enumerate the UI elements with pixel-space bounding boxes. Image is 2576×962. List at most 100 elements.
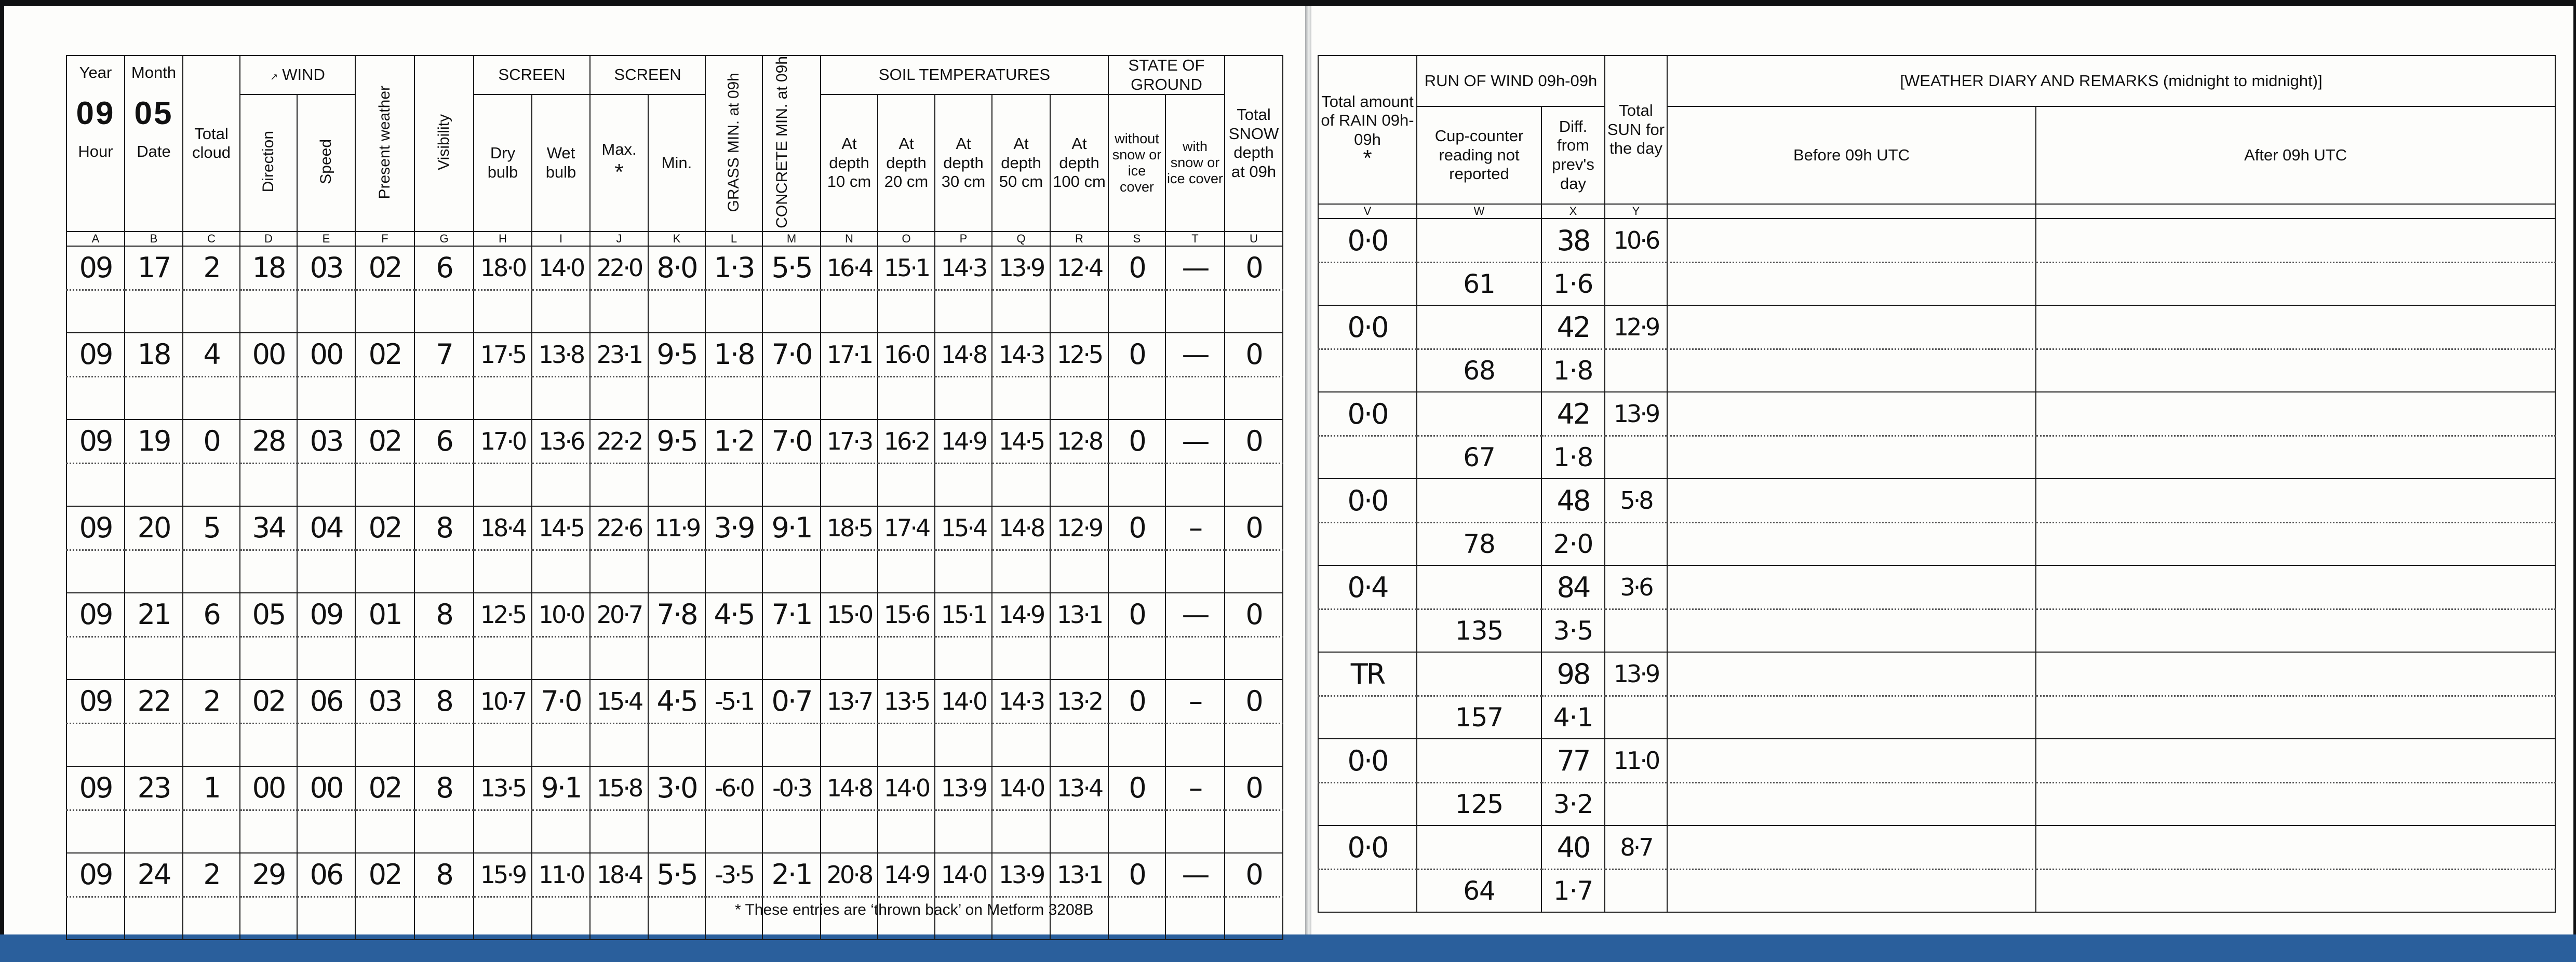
observation-cell: 03 (297, 245, 356, 290)
diary-before-cell[interactable] (1667, 695, 2036, 739)
diary-after-cell[interactable] (2035, 608, 2556, 653)
observation-cell: 22·2 (589, 418, 649, 464)
spacer-cell (648, 462, 706, 507)
diary-after-cell[interactable] (2035, 478, 2556, 523)
observation-cell: 14·0 (934, 679, 992, 724)
diary-letter-after (2035, 204, 2556, 219)
observation-cell: 13·1 (1050, 852, 1109, 897)
spacer-cell (1604, 348, 1668, 392)
spacer-cell (1050, 635, 1109, 680)
rain-cell: 0·0 (1318, 738, 1417, 783)
column-letter: H (473, 231, 532, 247)
spacer-cell (648, 289, 706, 333)
observation-cell: 09 (66, 418, 125, 464)
diary-after-cell[interactable] (2035, 348, 2556, 392)
diary-after-cell[interactable] (2035, 782, 2556, 826)
diary-before-cell[interactable] (1667, 435, 2036, 479)
diary-after-cell[interactable] (2035, 391, 2556, 437)
observation-cell: 18·0 (473, 245, 532, 290)
max-label: Max. (601, 140, 637, 158)
spacer-cell (473, 375, 532, 420)
column-letter: N (820, 231, 878, 247)
spacer-cell (1604, 608, 1668, 653)
wet-bulb-header: Wet bulb (531, 94, 591, 232)
column-letter: V (1318, 204, 1417, 219)
diary-before-cell[interactable] (1667, 565, 2036, 610)
diary-before-cell[interactable] (1667, 348, 2036, 392)
run-of-wind-cell: 40 (1541, 825, 1605, 870)
observation-cell: 15·6 (877, 592, 935, 637)
diff-cell: 1·6 (1541, 262, 1605, 306)
observation-cell: 0 (1224, 332, 1283, 377)
observation-cell: 14·9 (877, 852, 935, 897)
run-of-wind-header: RUN OF WIND 09h-09h (1416, 55, 1605, 107)
observations-table: Year 09 Hour Month 05 Date Total cloud ↗… (66, 55, 1283, 940)
observation-cell: -6·0 (705, 765, 763, 810)
spacer-cell (1604, 522, 1668, 566)
observation-cell: 12·5 (473, 592, 532, 637)
observation-cell: 13·5 (877, 679, 935, 724)
column-letter: E (297, 231, 356, 247)
spacer-cell (124, 809, 183, 853)
spacer-cell (1224, 635, 1283, 680)
diary-after-cell[interactable] (2035, 695, 2556, 739)
depth-100-header: At depth 100 cm (1050, 94, 1109, 232)
cup-cell-empty (1416, 391, 1542, 436)
diary-after-cell[interactable] (2035, 825, 2556, 870)
spacer-cell (297, 549, 356, 593)
observation-cell: 0 (1224, 418, 1283, 464)
spacer-cell (1050, 549, 1109, 593)
spacer-cell (355, 375, 415, 420)
spacer-cell (1108, 289, 1166, 333)
spacer-cell (1108, 896, 1166, 940)
diary-after-cell[interactable] (2035, 652, 2556, 697)
spacer-cell (1224, 289, 1283, 333)
observation-cell: — (1165, 245, 1225, 290)
column-letter: U (1224, 231, 1283, 247)
observation-cell: 14·0 (877, 765, 935, 810)
observation-cell: 14·5 (991, 418, 1051, 464)
diary-after-cell[interactable] (2035, 738, 2556, 783)
diary-before-cell[interactable] (1667, 391, 2036, 437)
diary-before-cell[interactable] (1667, 825, 2036, 870)
depth-50-header: At depth 50 cm (991, 94, 1051, 232)
diary-after-cell[interactable] (2035, 435, 2556, 479)
diary-before-cell[interactable] (1667, 522, 2036, 566)
diary-before-cell[interactable] (1667, 305, 2036, 350)
diary-before-cell[interactable] (1667, 782, 2036, 826)
diary-before-cell[interactable] (1667, 262, 2036, 306)
observation-cell: 0 (1108, 679, 1166, 724)
observation-cell: 9·5 (648, 418, 706, 464)
diary-before-cell[interactable] (1667, 218, 2036, 263)
diary-after-cell[interactable] (2035, 565, 2556, 610)
diary-before-cell[interactable] (1667, 738, 2036, 783)
column-letter: W (1416, 204, 1542, 219)
observation-cell: 21 (124, 592, 183, 637)
sun-cell: 13·9 (1604, 391, 1668, 436)
diary-before-cell[interactable] (1667, 869, 2036, 913)
diary-after-cell[interactable] (2035, 869, 2556, 913)
observation-cell: 28 (239, 418, 298, 464)
column-letter: B (124, 231, 183, 247)
diary-after-cell[interactable] (2035, 262, 2556, 306)
diary-before-cell[interactable] (1667, 652, 2036, 697)
rain-cell: 0·0 (1318, 478, 1417, 523)
observation-cell: 17 (124, 245, 183, 290)
spacer-cell (991, 289, 1051, 333)
diary-after-cell[interactable] (2035, 305, 2556, 350)
spacer-cell (182, 549, 240, 593)
spacer-cell (1165, 549, 1225, 593)
spacer-cell (297, 375, 356, 420)
spacer-cell (124, 635, 183, 680)
spacer-cell (66, 809, 125, 853)
observation-cell: 0 (1108, 332, 1166, 377)
spacer-cell (762, 462, 821, 507)
diary-after-cell[interactable] (2035, 218, 2556, 263)
column-letter: Y (1604, 204, 1668, 219)
spacer-cell (877, 375, 935, 420)
diary-before-cell[interactable] (1667, 608, 2036, 653)
diary-after-cell[interactable] (2035, 522, 2556, 566)
observation-cell: 02 (355, 332, 415, 377)
diary-before-cell[interactable] (1667, 478, 2036, 523)
spacer-cell (589, 809, 649, 853)
